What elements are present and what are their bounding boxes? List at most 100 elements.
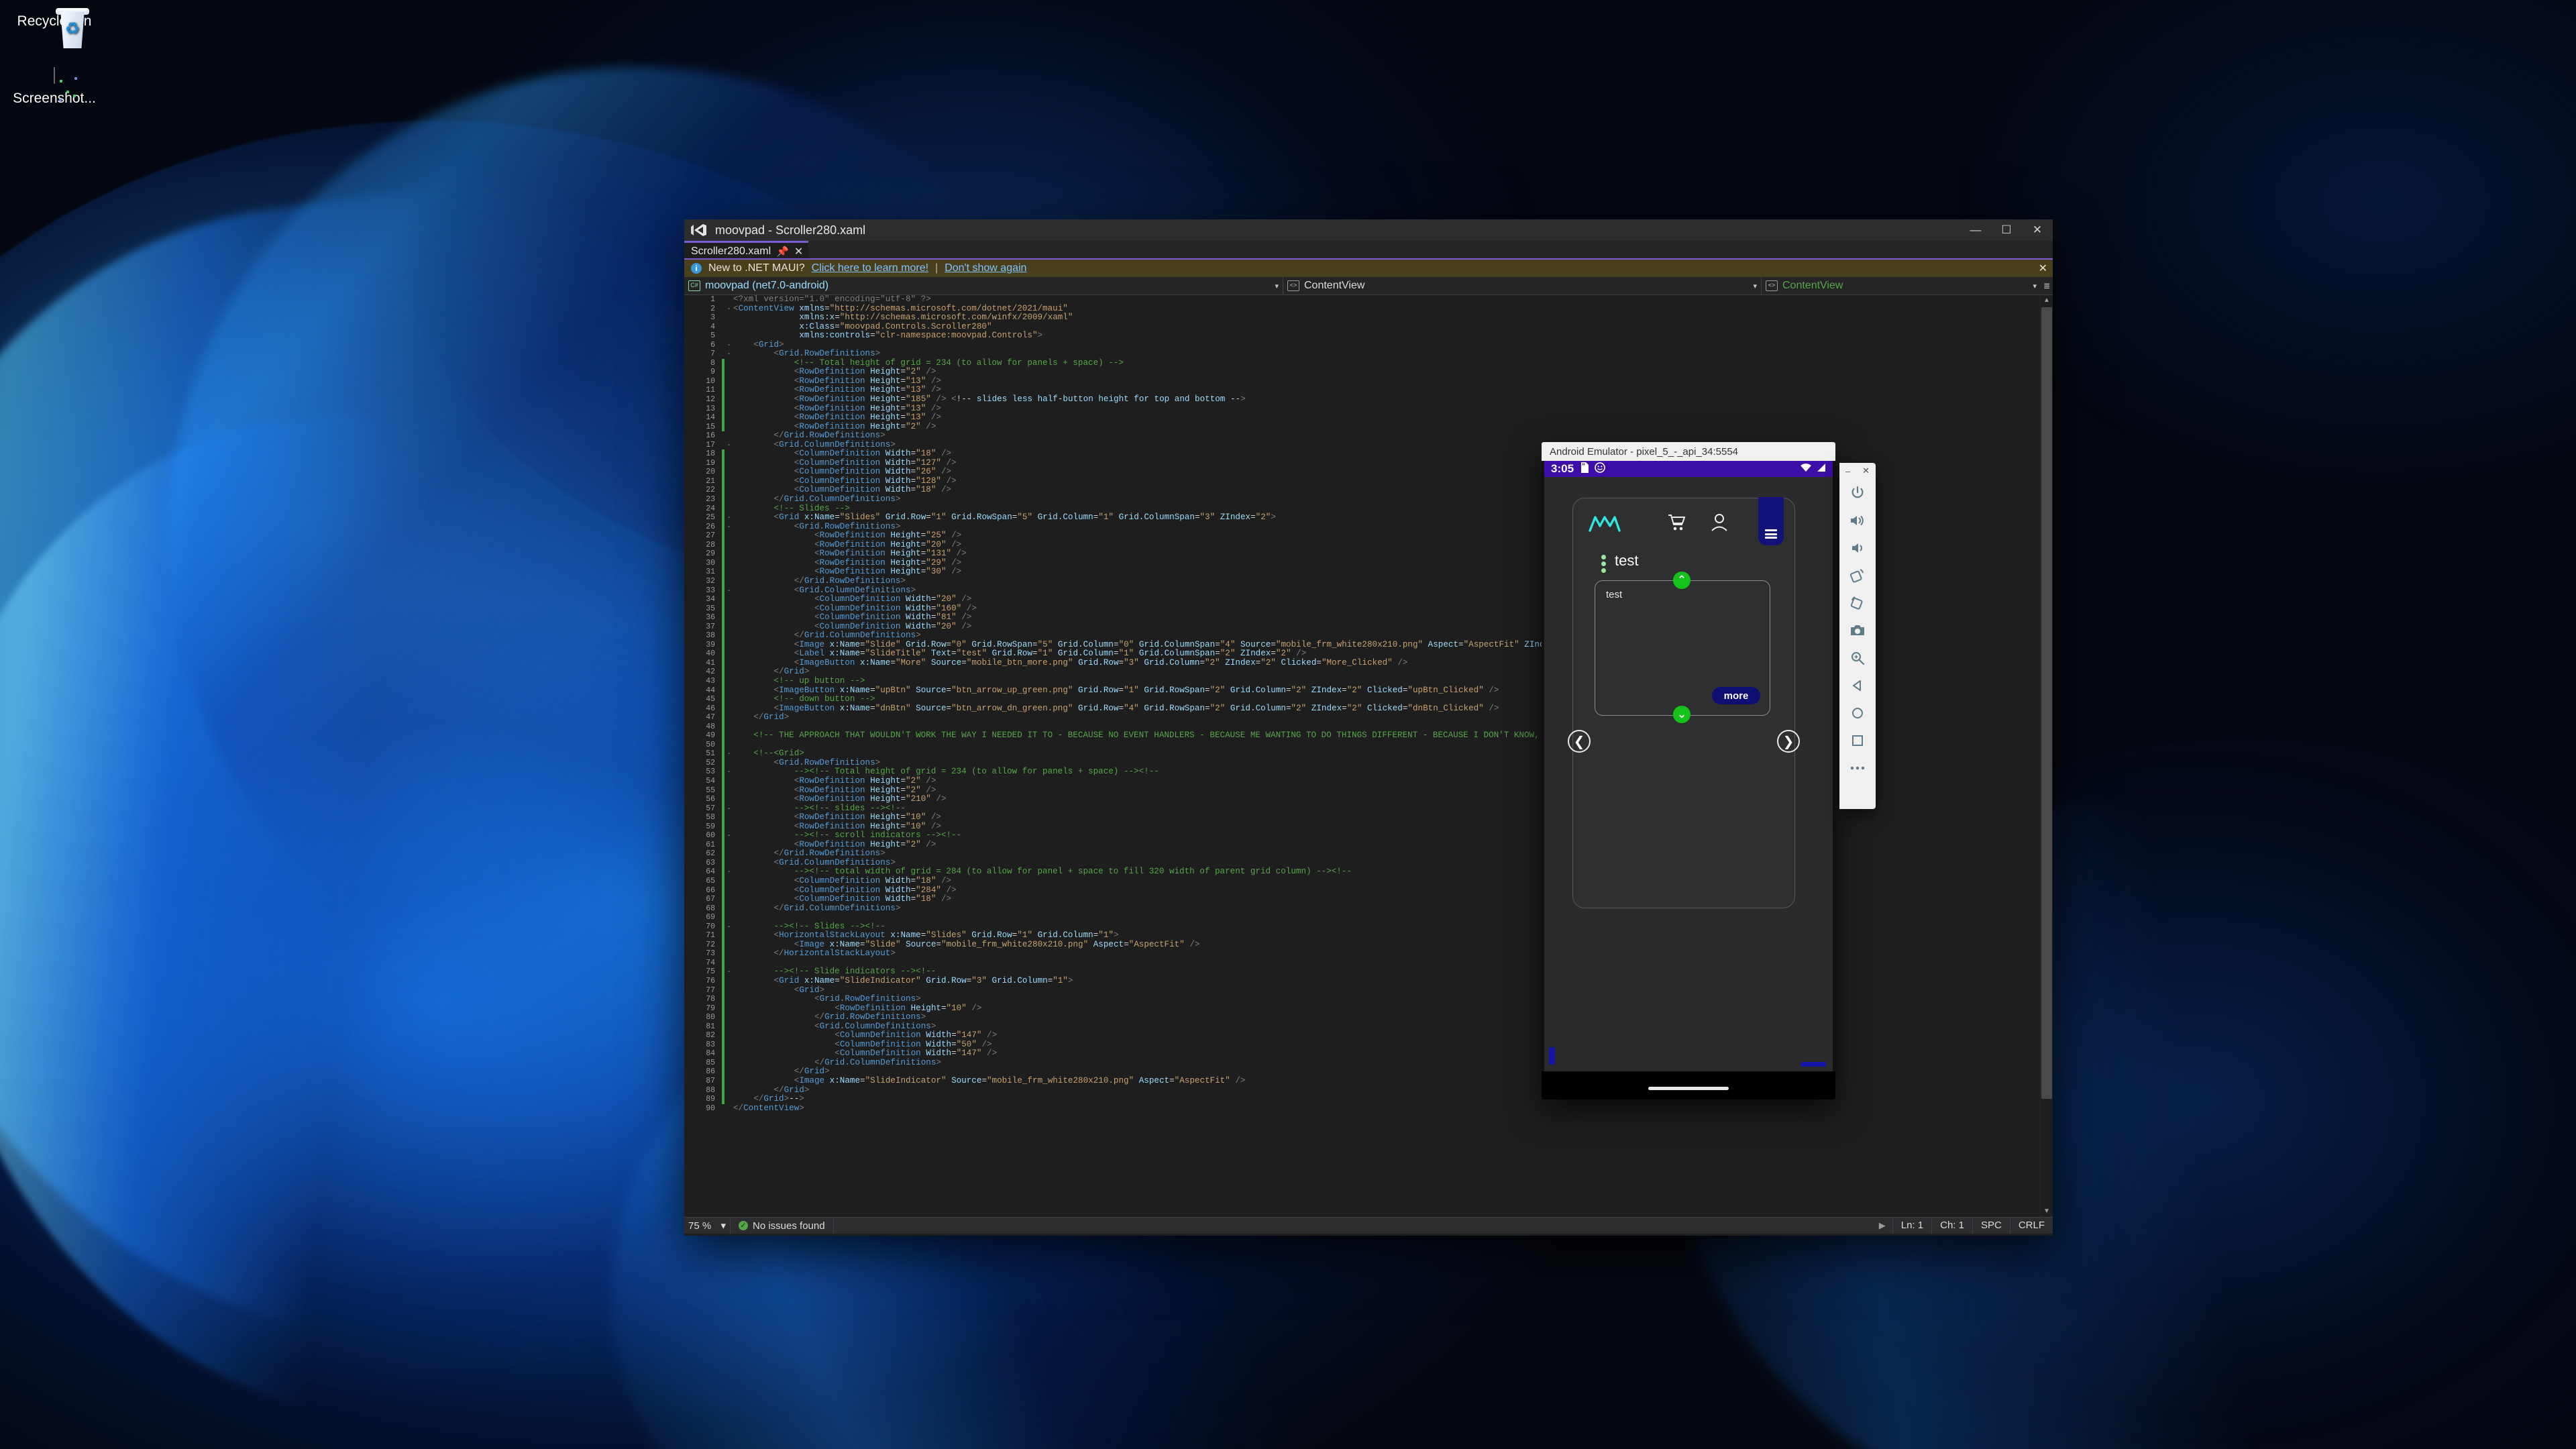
code-line[interactable]: 2 - <ContentView xmlns="http://schemas.mi… [684,304,2041,314]
code-line[interactable]: 4 x:Class="moovpad.Controls.Scroller280" [684,322,2041,332]
indentation-indicator[interactable]: SPC [1972,1218,2010,1234]
home-circle-icon[interactable] [1839,699,1876,727]
gesture-pill[interactable] [1648,1087,1729,1090]
hamburger-menu-icon[interactable] [1758,497,1784,545]
code-line[interactable]: 30 <RowDefinition Height="29" /> [684,558,2041,568]
scroll-down-arrow[interactable]: ▼ [2041,1206,2053,1217]
code-line[interactable]: 26 - <Grid.RowDefinitions> [684,522,2041,532]
code-line[interactable]: 79 <RowDefinition Height="10" /> [684,1004,2041,1014]
code-line[interactable]: 56 <RowDefinition Height="210" /> [684,794,2041,804]
close-button[interactable]: ✕ [2022,219,2053,241]
emulator-minimize-button[interactable]: – [1845,466,1850,476]
code-line[interactable]: 8 <!-- Total height of grid = 234 (to al… [684,358,2041,368]
chevron-down-icon[interactable]: ▾ [720,1220,726,1232]
code-line[interactable]: 83 <ColumnDefinition Width="50" /> [684,1040,2041,1050]
code-line[interactable]: 49 <!-- THE APPROACH THAT WOULDN'T WORK … [684,731,2041,741]
code-line[interactable]: 1 <?xml version="1.0" encoding="utf-8" ?… [684,295,2041,305]
chevron-down-icon[interactable]: ▾ [1265,282,1279,290]
code-line[interactable]: 29 <RowDefinition Height="131" /> [684,549,2041,559]
code-line[interactable]: 65 <ColumnDefinition Width="18" /> [684,876,2041,886]
code-line[interactable]: 20 <ColumnDefinition Width="26" /> [684,468,2041,477]
line-ending-indicator[interactable]: CRLF [2009,1218,2053,1234]
code-line[interactable]: 43 <!-- up button --> [684,676,2041,686]
chevron-down-icon[interactable]: ▾ [2023,282,2037,290]
navbar-type-dropdown[interactable]: <> ContentView ▾ [1283,277,1762,294]
code-line[interactable]: 86 </Grid> [684,1067,2041,1077]
editor-vertical-scrollbar[interactable]: ▲ ▼ [2040,295,2053,1217]
navbar-project-dropdown[interactable]: C# moovpad (net7.0-android) ▾ [684,277,1283,294]
code-line[interactable]: 88 </Grid> [684,1085,2041,1095]
code-line[interactable]: 57 - --><!-- slides --><!-- [684,804,2041,814]
learn-more-link[interactable]: Click here to learn more! [812,262,928,274]
code-line[interactable]: 66 <ColumnDefinition Width="284" /> [684,885,2041,896]
code-line[interactable]: 25 - <Grid x:Name="Slides" Grid.Row="1" … [684,513,2041,523]
play-icon[interactable]: ▶ [1872,1220,1892,1231]
zoom-icon[interactable] [1839,644,1876,672]
code-line[interactable]: 5 xmlns:controls="clr-namespace:moovpad.… [684,331,2041,341]
code-line[interactable]: 54 <RowDefinition Height="2" /> [684,776,2041,786]
rotate-left-icon[interactable] [1839,561,1876,589]
code-line[interactable]: 82 <ColumnDefinition Width="147" /> [684,1031,2041,1040]
split-editor-icon[interactable]: ≣ [2041,277,2053,294]
code-line[interactable]: 47 </Grid> [684,712,2041,722]
emulator-screen[interactable]: 3:05 test test more ⌃ ⌄ ❮ ❯ [1544,461,1833,1071]
code-line[interactable]: 89 </Grid>--> [684,1094,2041,1104]
desktop-icon-screenshot[interactable]: Screenshot... [4,67,105,107]
code-line[interactable]: 44 <ImageButton x:Name="upBtn" Source="b… [684,686,2041,696]
previous-slide-button[interactable]: ❮ [1568,730,1591,753]
code-line[interactable]: 68 </Grid.ColumnDefinitions> [684,904,2041,914]
code-line[interactable]: 80 </Grid.RowDefinitions> [684,1012,2041,1022]
code-line[interactable]: 34 <ColumnDefinition Width="20" /> [684,594,2041,604]
volume-up-icon[interactable] [1839,506,1876,534]
code-line[interactable]: 39 <Image x:Name="Slide" Grid.Row="0" Gr… [684,640,2041,650]
code-line[interactable]: 84 <ColumnDefinition Width="147" /> [684,1049,2041,1059]
code-line[interactable]: 28 <RowDefinition Height="20" /> [684,540,2041,550]
screenshot-camera-icon[interactable] [1839,616,1876,644]
next-slide-button[interactable]: ❯ [1777,730,1800,753]
code-line[interactable]: 64 - --><!-- total width of grid = 284 (… [684,867,2041,877]
code-line[interactable]: 17 - <Grid.ColumnDefinitions> [684,440,2041,450]
code-line[interactable]: 12 <RowDefinition Height="185" /> <!-- s… [684,394,2041,405]
back-triangle-icon[interactable] [1839,672,1876,699]
code-text-surface[interactable]: 1 <?xml version="1.0" encoding="utf-8" ?… [684,295,2041,1217]
more-button[interactable]: more [1712,687,1760,704]
code-line[interactable]: 27 <RowDefinition Height="25" /> [684,531,2041,541]
code-line[interactable]: 78 <Grid.RowDefinitions> [684,994,2041,1004]
code-line[interactable]: 87 <Image x:Name="SlideIndicator" Source… [684,1076,2041,1086]
code-line[interactable]: 48 [684,722,2041,732]
code-line[interactable]: 85 </Grid.ColumnDefinitions> [684,1058,2041,1068]
code-line[interactable]: 90 </ContentView> [684,1104,2041,1114]
code-line[interactable]: 76 <Grid x:Name="SlideIndicator" Grid.Ro… [684,976,2041,986]
code-line[interactable]: 45 <!-- down button --> [684,694,2041,704]
code-line[interactable]: 23 </Grid.ColumnDefinitions> [684,494,2041,504]
code-line[interactable]: 6 - <Grid> [684,340,2041,350]
code-line[interactable]: 22 <ColumnDefinition Width="18" /> [684,486,2041,496]
navbar-member-dropdown[interactable]: <> ContentView ▾ [1762,277,2041,294]
code-line[interactable]: 52 <Grid.RowDefinitions> [684,758,2041,768]
code-line[interactable]: 58 <RowDefinition Height="10" /> [684,812,2041,822]
account-person-icon[interactable] [1711,513,1728,537]
zoom-level-control[interactable]: 75 % ▾ [684,1218,731,1234]
shopping-cart-icon[interactable] [1667,513,1687,537]
overview-square-icon[interactable] [1839,727,1876,754]
code-line[interactable]: 60 - --><!-- scroll indicators --><!-- [684,830,2041,841]
code-line[interactable]: 32 </Grid.RowDefinitions> [684,576,2041,586]
code-line[interactable]: 46 <ImageButton x:Name="dnBtn" Source="b… [684,704,2041,714]
code-line[interactable]: 38 </Grid.ColumnDefinitions> [684,631,2041,641]
emulator-close-button[interactable]: ✕ [1862,466,1870,476]
code-line[interactable]: 50 [684,740,2041,750]
minimize-button[interactable]: — [1960,219,1991,241]
code-line[interactable]: 11 <RowDefinition Height="13" /> [684,386,2041,396]
pin-icon[interactable]: 📌 [776,246,789,258]
code-line[interactable]: 24 <!-- Slides --> [684,504,2041,514]
fold-toggle[interactable] [724,1105,733,1114]
code-line[interactable]: 70 - --><!-- Slides --><!-- [684,922,2041,932]
code-line[interactable]: 35 <ColumnDefinition Width="160" /> [684,604,2041,614]
tab-scroller280-xaml[interactable]: Scroller280.xaml 📌 ✕ [684,241,809,260]
code-line[interactable]: 33 - <Grid.ColumnDefinitions> [684,586,2041,596]
volume-down-icon[interactable] [1839,534,1876,561]
code-line[interactable]: 15 <RowDefinition Height="2" /> [684,422,2041,432]
code-line[interactable]: 31 <RowDefinition Height="30" /> [684,568,2041,577]
code-line[interactable]: 3 xmlns:x="http://schemas.microsoft.com/… [684,313,2041,323]
code-line[interactable]: 77 <Grid> [684,985,2041,996]
